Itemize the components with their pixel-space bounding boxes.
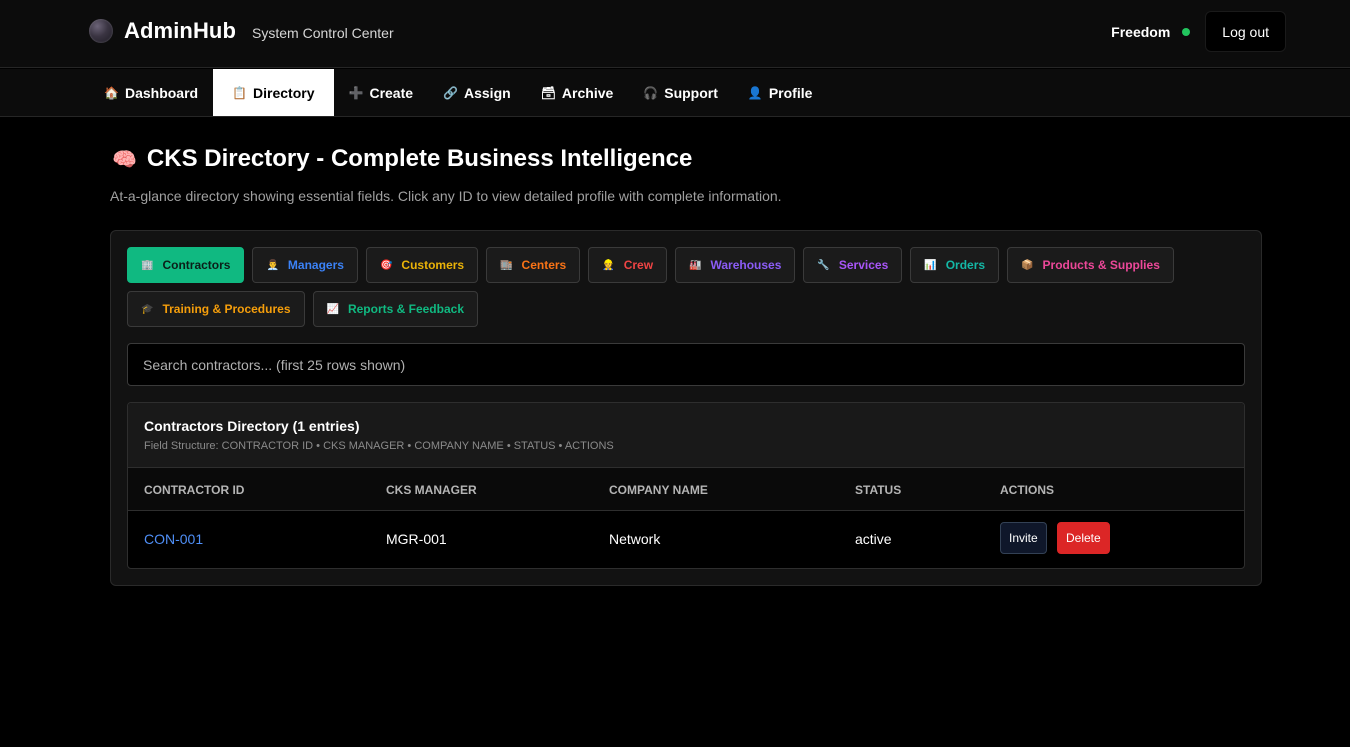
table-row: CON-001 MGR-001 Network active Invite De…	[128, 511, 1244, 568]
factory-icon: 🏭	[689, 259, 702, 271]
column-header-status: STATUS	[855, 483, 902, 497]
logout-button[interactable]: Log out	[1205, 11, 1286, 52]
link-icon: 🔗	[443, 85, 458, 100]
category-label: Training & Procedures	[162, 302, 291, 316]
status-cell: active	[855, 531, 892, 547]
archive-box-icon: 🗃	[540, 85, 556, 100]
graduation-cap-icon: 🎓	[141, 303, 154, 315]
tab-create[interactable]: ➕ Create	[334, 69, 429, 116]
category-label: Orders	[945, 258, 986, 272]
office-building-icon: 🏢	[141, 259, 154, 271]
category-reports-feedback[interactable]: 📈 Reports & Feedback	[312, 291, 478, 327]
tab-label: Dashboard	[124, 84, 199, 101]
tab-label: Assign	[464, 84, 511, 101]
category-contractors[interactable]: 🏢 Contractors	[127, 247, 245, 283]
main-nav: 🏠 Dashboard 📋 Directory ➕ Create 🔗 Assig…	[0, 69, 1350, 117]
category-products-supplies[interactable]: 📦 Products & Supplies	[1007, 247, 1174, 283]
tab-label: Profile	[768, 84, 813, 101]
bar-chart-icon: 📊	[924, 259, 937, 271]
user-area: Freedom Log out	[1111, 11, 1286, 52]
tab-support[interactable]: 🎧 Support	[628, 69, 733, 116]
category-label: Reports & Feedback	[347, 302, 464, 316]
field-structure-note: Field Structure: CONTRACTOR ID • CKS MAN…	[144, 440, 614, 452]
category-crew[interactable]: 👷 Crew	[588, 247, 668, 283]
category-warehouses[interactable]: 🏭 Warehouses	[675, 247, 796, 283]
search-input[interactable]	[127, 343, 1245, 386]
headphones-icon: 🎧	[643, 85, 659, 100]
category-label: Managers	[287, 258, 344, 272]
tab-label: Support	[664, 84, 718, 101]
category-label: Crew	[623, 258, 654, 272]
column-header-cks-manager: CKS MANAGER	[386, 483, 477, 497]
category-label: Services	[838, 258, 889, 272]
brand-name: AdminHub	[124, 18, 237, 43]
table-header: Contractors Directory (1 entries) Field …	[128, 403, 1244, 468]
category-tabs-row-1: 🏢 Contractors 👨‍💼 Managers 🎯 Customers 🏬…	[127, 247, 1174, 283]
category-customers[interactable]: 🎯 Customers	[365, 247, 479, 283]
page-description: At-a-glance directory showing essential …	[110, 188, 782, 204]
category-centers[interactable]: 🏬 Centers	[486, 247, 581, 283]
table-title: Contractors Directory (1 entries)	[144, 418, 360, 434]
category-services[interactable]: 🔧 Services	[803, 247, 903, 283]
tab-assign[interactable]: 🔗 Assign	[428, 69, 526, 116]
tab-directory[interactable]: 📋 Directory	[213, 69, 334, 116]
invite-button[interactable]: Invite	[1000, 522, 1047, 554]
trend-chart-icon: 📈	[326, 303, 339, 315]
online-status-icon	[1182, 27, 1191, 36]
directory-card: 🏢 Contractors 👨‍💼 Managers 🎯 Customers 🏬…	[110, 230, 1262, 586]
contractor-id-link[interactable]: CON-001	[144, 531, 203, 547]
category-label: Contractors	[162, 258, 231, 272]
top-header: AdminHub System Control Center Freedom L…	[0, 0, 1350, 68]
category-managers[interactable]: 👨‍💼 Managers	[252, 247, 358, 283]
page-title: 🧠 CKS Directory - Complete Business Inte…	[112, 145, 692, 173]
tab-dashboard[interactable]: 🏠 Dashboard	[89, 69, 213, 116]
category-label: Customers	[401, 258, 465, 272]
brain-icon: 🧠	[112, 148, 137, 171]
category-orders[interactable]: 📊 Orders	[910, 247, 1000, 283]
tab-label: Create	[369, 84, 414, 101]
category-label: Warehouses	[710, 258, 782, 272]
worker-icon: 👷	[602, 259, 615, 271]
logo-icon	[89, 19, 113, 43]
clipboard-icon: 📋	[232, 85, 248, 100]
category-tabs-row-2: 🎓 Training & Procedures 📈 Reports & Feed…	[127, 291, 478, 327]
tab-profile[interactable]: 👤 Profile	[733, 69, 828, 116]
wrench-icon: 🔧	[817, 259, 830, 271]
cks-manager-cell: MGR-001	[386, 531, 447, 547]
store-icon: 🏬	[500, 259, 513, 271]
contractors-table: Contractors Directory (1 entries) Field …	[127, 402, 1245, 569]
brand: AdminHub System Control Center	[89, 18, 394, 44]
user-icon: 👤	[747, 85, 763, 100]
user-name: Freedom	[1111, 23, 1171, 40]
company-name-cell: Network	[609, 531, 661, 547]
delete-button[interactable]: Delete	[1057, 522, 1110, 554]
category-label: Centers	[521, 258, 567, 272]
tab-label: Archive	[561, 84, 614, 101]
manager-icon: 👨‍💼	[266, 259, 279, 271]
tab-archive[interactable]: 🗃 Archive	[526, 69, 629, 116]
column-header-company-name: COMPANY NAME	[609, 483, 708, 497]
target-icon: 🎯	[379, 259, 393, 271]
house-icon: 🏠	[104, 85, 119, 100]
page-title-text: CKS Directory - Complete Business Intell…	[146, 145, 693, 172]
column-header-contractor-id: CONTRACTOR ID	[144, 483, 245, 497]
plus-icon: ➕	[348, 85, 364, 100]
package-icon: 📦	[1021, 259, 1034, 271]
tab-label: Directory	[253, 84, 315, 101]
category-label: Products & Supplies	[1042, 258, 1160, 272]
category-training-procedures[interactable]: 🎓 Training & Procedures	[127, 291, 305, 327]
column-header-actions: ACTIONS	[1000, 483, 1054, 497]
column-headers: CONTRACTOR ID CKS MANAGER COMPANY NAME S…	[128, 468, 1244, 511]
brand-subtitle: System Control Center	[252, 24, 394, 41]
